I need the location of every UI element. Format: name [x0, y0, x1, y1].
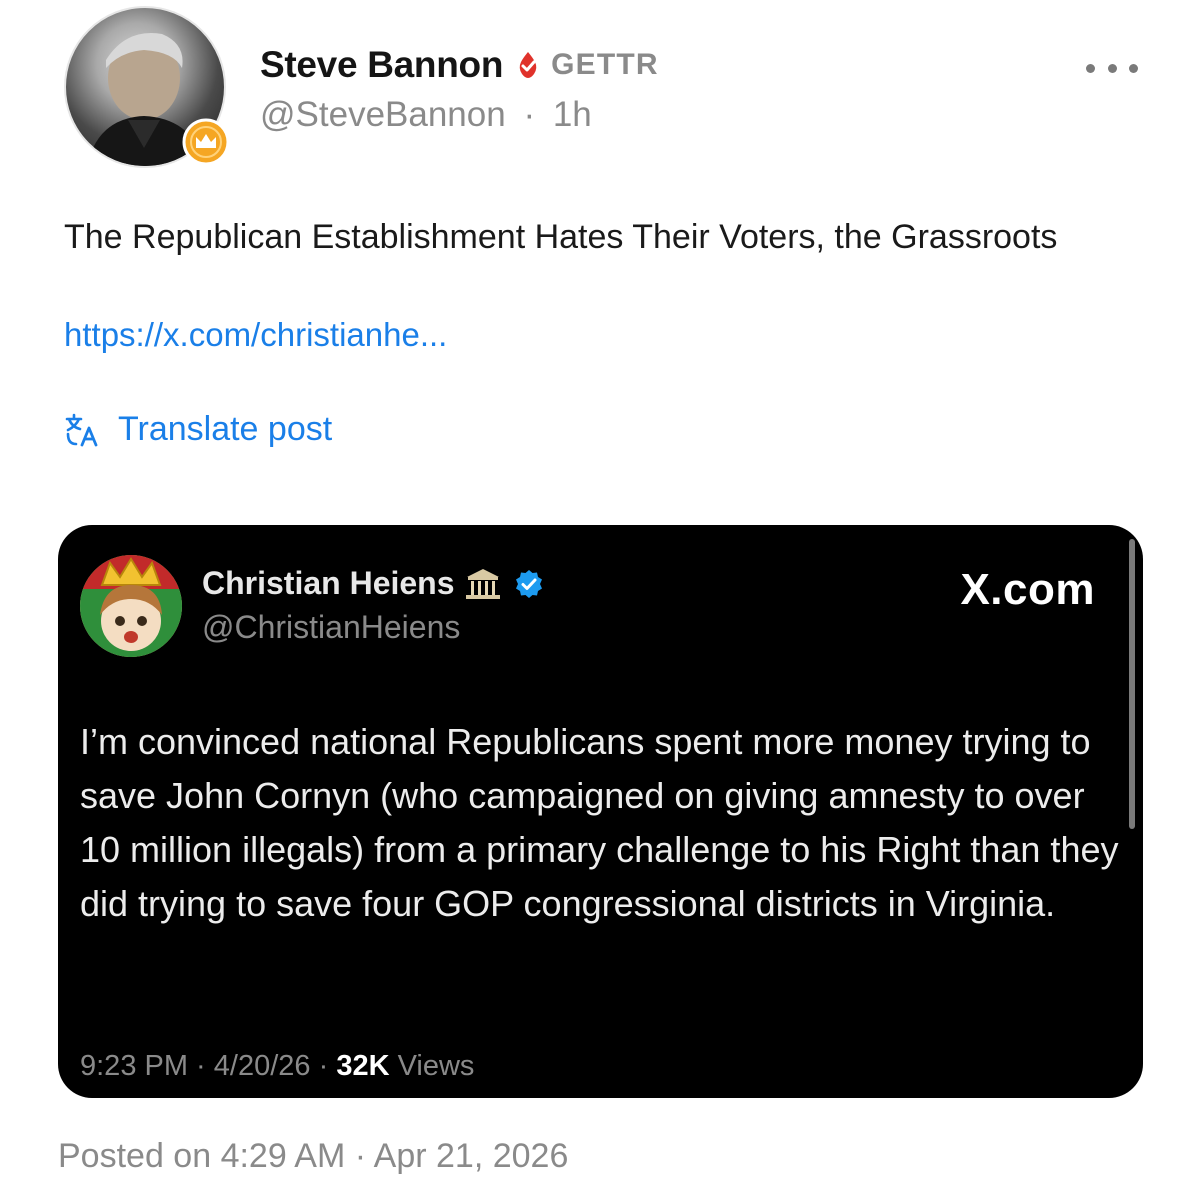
x-source-label: X.com: [960, 565, 1095, 614]
embed-author-handle[interactable]: @ChristianHeiens: [202, 609, 460, 646]
translate-post-button[interactable]: Translate post: [64, 410, 332, 449]
author-avatar-wrap[interactable]: [64, 6, 230, 168]
embed-post-text: I’m convinced national Republicans spent…: [80, 721, 1119, 924]
more-dot-icon: [1086, 63, 1095, 73]
embed-views-label: Views: [397, 1050, 475, 1082]
embed-date: 4/20/26: [213, 1050, 311, 1082]
verified-badge-icon: [515, 569, 542, 598]
translate-icon: [65, 413, 98, 446]
embed-avatar[interactable]: [80, 555, 182, 657]
embed-meta-separator: ·: [310, 1050, 337, 1082]
gettr-verified-icon: [519, 52, 537, 78]
embed-author-name[interactable]: Christian Heiens: [202, 565, 455, 602]
more-options-button[interactable]: [1086, 58, 1138, 78]
classical-building-icon: [465, 568, 500, 599]
embed-avatar-image: [80, 555, 182, 657]
crown-icon: [182, 118, 230, 166]
embed-views-count: 32K: [336, 1050, 390, 1082]
posted-on-timestamp: Posted on 4:29 AM · Apr 21, 2026: [58, 1137, 569, 1175]
app-label: GETTR: [551, 48, 659, 81]
post-time-ago: 1h: [552, 95, 592, 134]
meta-separator: ·: [523, 95, 536, 134]
author-row: Steve Bannon GETTR: [260, 44, 659, 86]
author-handle[interactable]: @SteveBannon: [260, 95, 506, 134]
more-dot-icon: [1129, 63, 1138, 73]
post-link[interactable]: https://x.com/christianhe...: [64, 316, 447, 354]
embed-meta-separator: ·: [188, 1050, 214, 1082]
post-text: The Republican Establishment Hates Their…: [64, 218, 1058, 256]
embed-meta: 9:23 PM · 4/20/26 · 32K Views: [80, 1050, 474, 1083]
embed-name-row: Christian Heiens: [202, 565, 545, 602]
embed-views-space: [390, 1050, 398, 1083]
embed-scrollbar[interactable]: [1129, 539, 1135, 829]
embedded-post-card[interactable]: Christian Heiens @ChristianHeiens X.com …: [58, 525, 1143, 1098]
author-meta: @SteveBannon · 1h: [260, 95, 600, 135]
author-name[interactable]: Steve Bannon: [260, 44, 503, 86]
more-dot-icon: [1107, 63, 1117, 73]
translate-label: Translate post: [118, 410, 333, 448]
embed-time: 9:23 PM: [80, 1050, 188, 1082]
